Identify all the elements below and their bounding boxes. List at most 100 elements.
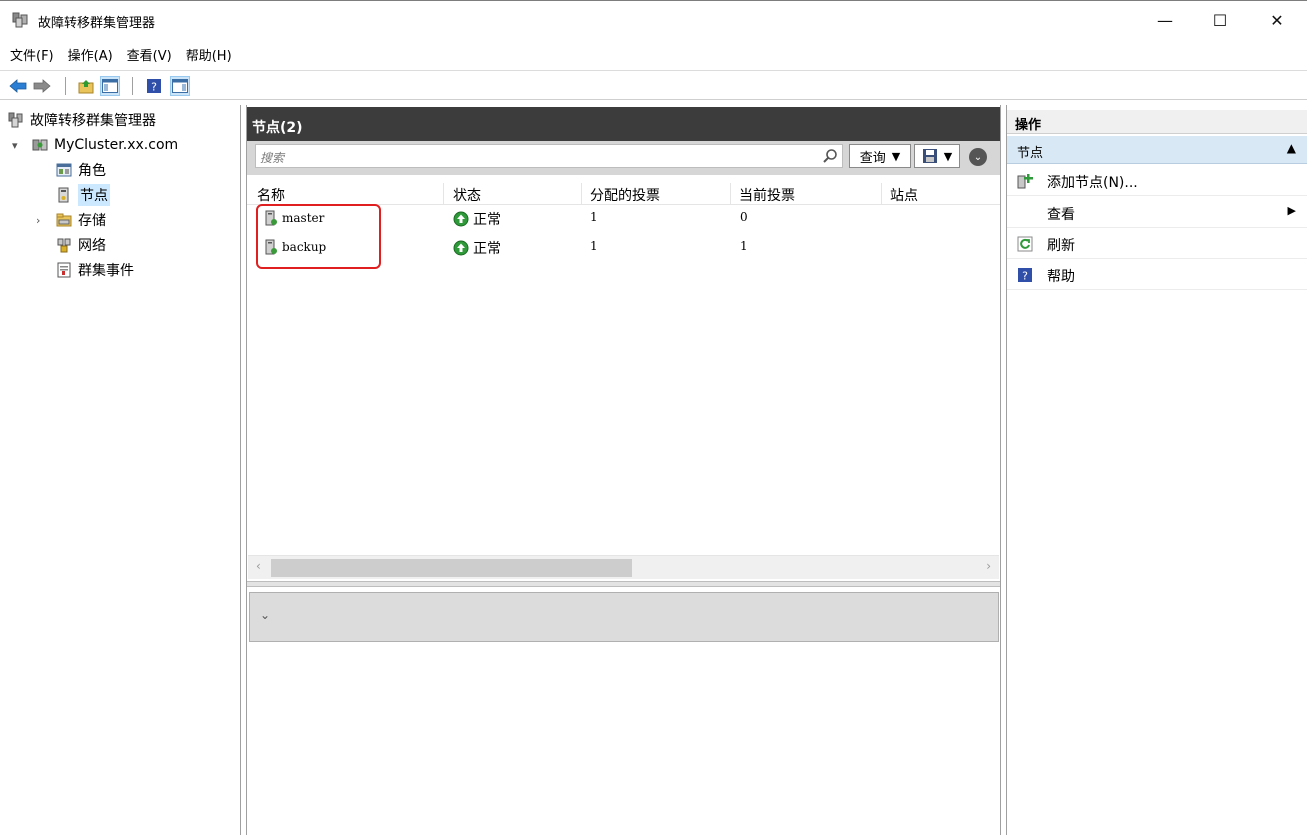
cluster-manager-icon	[12, 12, 28, 28]
up-level-button[interactable]	[76, 76, 96, 96]
current-votes-cell: 1	[740, 239, 748, 253]
help-icon: ?	[1018, 268, 1032, 283]
expand-storage-chevron-icon[interactable]: ›	[36, 214, 40, 227]
menu-help[interactable]: 帮助(H)	[186, 45, 232, 64]
column-header-site[interactable]: 站点	[890, 185, 918, 205]
folder-up-icon	[78, 80, 94, 94]
actions-section-label: 节点	[1017, 146, 1044, 161]
status-cell: 正常	[453, 209, 501, 229]
query-button[interactable]: 查询 ▼	[849, 144, 911, 168]
tree-item-nodes[interactable]: 节点	[56, 184, 110, 206]
action-label: 添加节点(N)...	[1047, 175, 1138, 191]
highlight-annotation-box	[256, 204, 381, 269]
horizontal-scrollbar[interactable]: ‹ ›	[248, 555, 999, 579]
column-separator[interactable]	[881, 183, 882, 205]
search-placeholder: 搜索	[260, 151, 285, 165]
add-node-icon	[1017, 174, 1033, 189]
cluster-manager-icon	[8, 112, 23, 128]
scroll-left-icon[interactable]: ‹	[256, 559, 261, 573]
tree-item-networks[interactable]: 网络	[56, 234, 106, 256]
status-up-icon	[453, 211, 469, 227]
assigned-votes-cell: 1	[590, 210, 598, 224]
show-hide-tree-button[interactable]	[100, 76, 120, 96]
close-button[interactable]: ✕	[1254, 1, 1300, 39]
back-arrow-icon	[9, 79, 27, 93]
menu-view[interactable]: 查看(V)	[127, 45, 172, 64]
expand-filter-button[interactable]: ⌄	[969, 148, 987, 166]
action-refresh[interactable]: 刷新	[1007, 229, 1307, 259]
column-header-status[interactable]: 状态	[453, 185, 481, 205]
save-icon	[922, 149, 937, 163]
actions-section-nodes[interactable]: 节点 ▲	[1007, 136, 1307, 164]
back-button[interactable]	[8, 76, 28, 96]
toolbar-separator	[65, 77, 66, 95]
actions-header: 操作	[1007, 110, 1307, 134]
close-icon: ✕	[1270, 10, 1284, 30]
action-pane-icon	[172, 79, 188, 93]
help-button[interactable]: ?	[144, 76, 164, 96]
action-help[interactable]: ? 帮助	[1007, 260, 1307, 290]
status-cell: 正常	[453, 238, 501, 258]
tree-item-roles[interactable]: 角色	[56, 159, 106, 181]
maximize-icon: ☐	[1212, 10, 1228, 30]
details-pane-header[interactable]: ⌄	[249, 592, 999, 642]
column-separator[interactable]	[443, 183, 444, 205]
collapse-triangle-icon[interactable]: ▲	[1287, 141, 1296, 155]
menu-file[interactable]: 文件(F)	[10, 45, 54, 64]
results-title: 节点(2)	[247, 107, 1000, 143]
tree-item-label: 网络	[78, 238, 106, 254]
column-separator[interactable]	[730, 183, 731, 205]
console-tree-icon	[102, 79, 118, 93]
column-header-name[interactable]: 名称	[257, 185, 285, 205]
show-hide-action-pane-button[interactable]	[170, 76, 190, 96]
toolbar: ?	[0, 70, 1307, 100]
toolbar-separator	[132, 77, 133, 95]
tree-item-label: 节点	[78, 184, 110, 206]
column-separator[interactable]	[581, 183, 582, 205]
chevron-down-icon[interactable]: ⌄	[260, 608, 270, 622]
tree-item-label: 存储	[78, 213, 106, 229]
svg-text:?: ?	[1022, 270, 1028, 283]
forward-button[interactable]	[32, 76, 52, 96]
dropdown-arrow-icon: ▼	[891, 149, 901, 163]
scrollbar-thumb[interactable]	[271, 559, 632, 577]
roles-icon	[56, 163, 72, 177]
status-up-icon	[453, 240, 469, 256]
cluster-icon	[32, 139, 48, 151]
menu-action[interactable]: 操作(A)	[68, 45, 113, 64]
save-query-button[interactable]: ▼	[914, 144, 960, 168]
tree-root[interactable]: 故障转移群集管理器	[8, 109, 156, 131]
minimize-button[interactable]: —	[1142, 1, 1188, 39]
pane-splitter[interactable]	[247, 581, 1000, 587]
scroll-right-icon[interactable]: ›	[986, 559, 991, 573]
current-votes-cell: 0	[740, 210, 748, 224]
action-add-node[interactable]: 添加节点(N)...	[1007, 166, 1307, 196]
expand-cluster-chevron-icon[interactable]: ▾	[12, 139, 18, 152]
search-input[interactable]: 搜索	[255, 144, 843, 168]
column-header-current-votes[interactable]: 当前投票	[739, 185, 795, 205]
tree-item-storage[interactable]: 存储	[56, 209, 106, 231]
tree-root-label: 故障转移群集管理器	[30, 113, 156, 129]
action-view[interactable]: 查看 ▶	[1007, 198, 1307, 228]
window-title: 故障转移群集管理器	[38, 16, 156, 31]
storage-icon	[56, 213, 72, 227]
minimize-icon: —	[1157, 10, 1173, 30]
column-header-assigned-votes[interactable]: 分配的投票	[590, 185, 660, 205]
submenu-arrow-icon: ▶	[1287, 204, 1296, 217]
tree-cluster[interactable]: MyCluster.xx.com	[32, 134, 178, 156]
status-text: 正常	[473, 212, 501, 228]
menu-bar: 文件(F) 操作(A) 查看(V) 帮助(H)	[0, 40, 1307, 68]
networks-icon	[57, 238, 71, 253]
app-window: 故障转移群集管理器 — ☐ ✕ 文件(F) 操作(A) 查看(V) 帮助(H) …	[0, 0, 1307, 835]
cluster-events-icon	[57, 262, 71, 278]
status-text: 正常	[473, 241, 501, 257]
assigned-votes-cell: 1	[590, 239, 598, 253]
dropdown-arrow-icon: ▼	[943, 149, 953, 163]
maximize-button[interactable]: ☐	[1197, 1, 1243, 39]
refresh-icon	[1017, 236, 1033, 252]
help-icon: ?	[147, 79, 161, 94]
nodes-icon	[58, 187, 69, 203]
console-tree: 故障转移群集管理器 ▾ MyCluster.xx.com 角色 节点 › 存储 …	[0, 105, 241, 835]
tree-item-cluster-events[interactable]: 群集事件	[56, 259, 134, 281]
results-pane: 节点(2) 搜索 查询 ▼ ▼ ⌄ 名称 状态 分配的投票 当前投票 站点 ma…	[246, 105, 1001, 835]
